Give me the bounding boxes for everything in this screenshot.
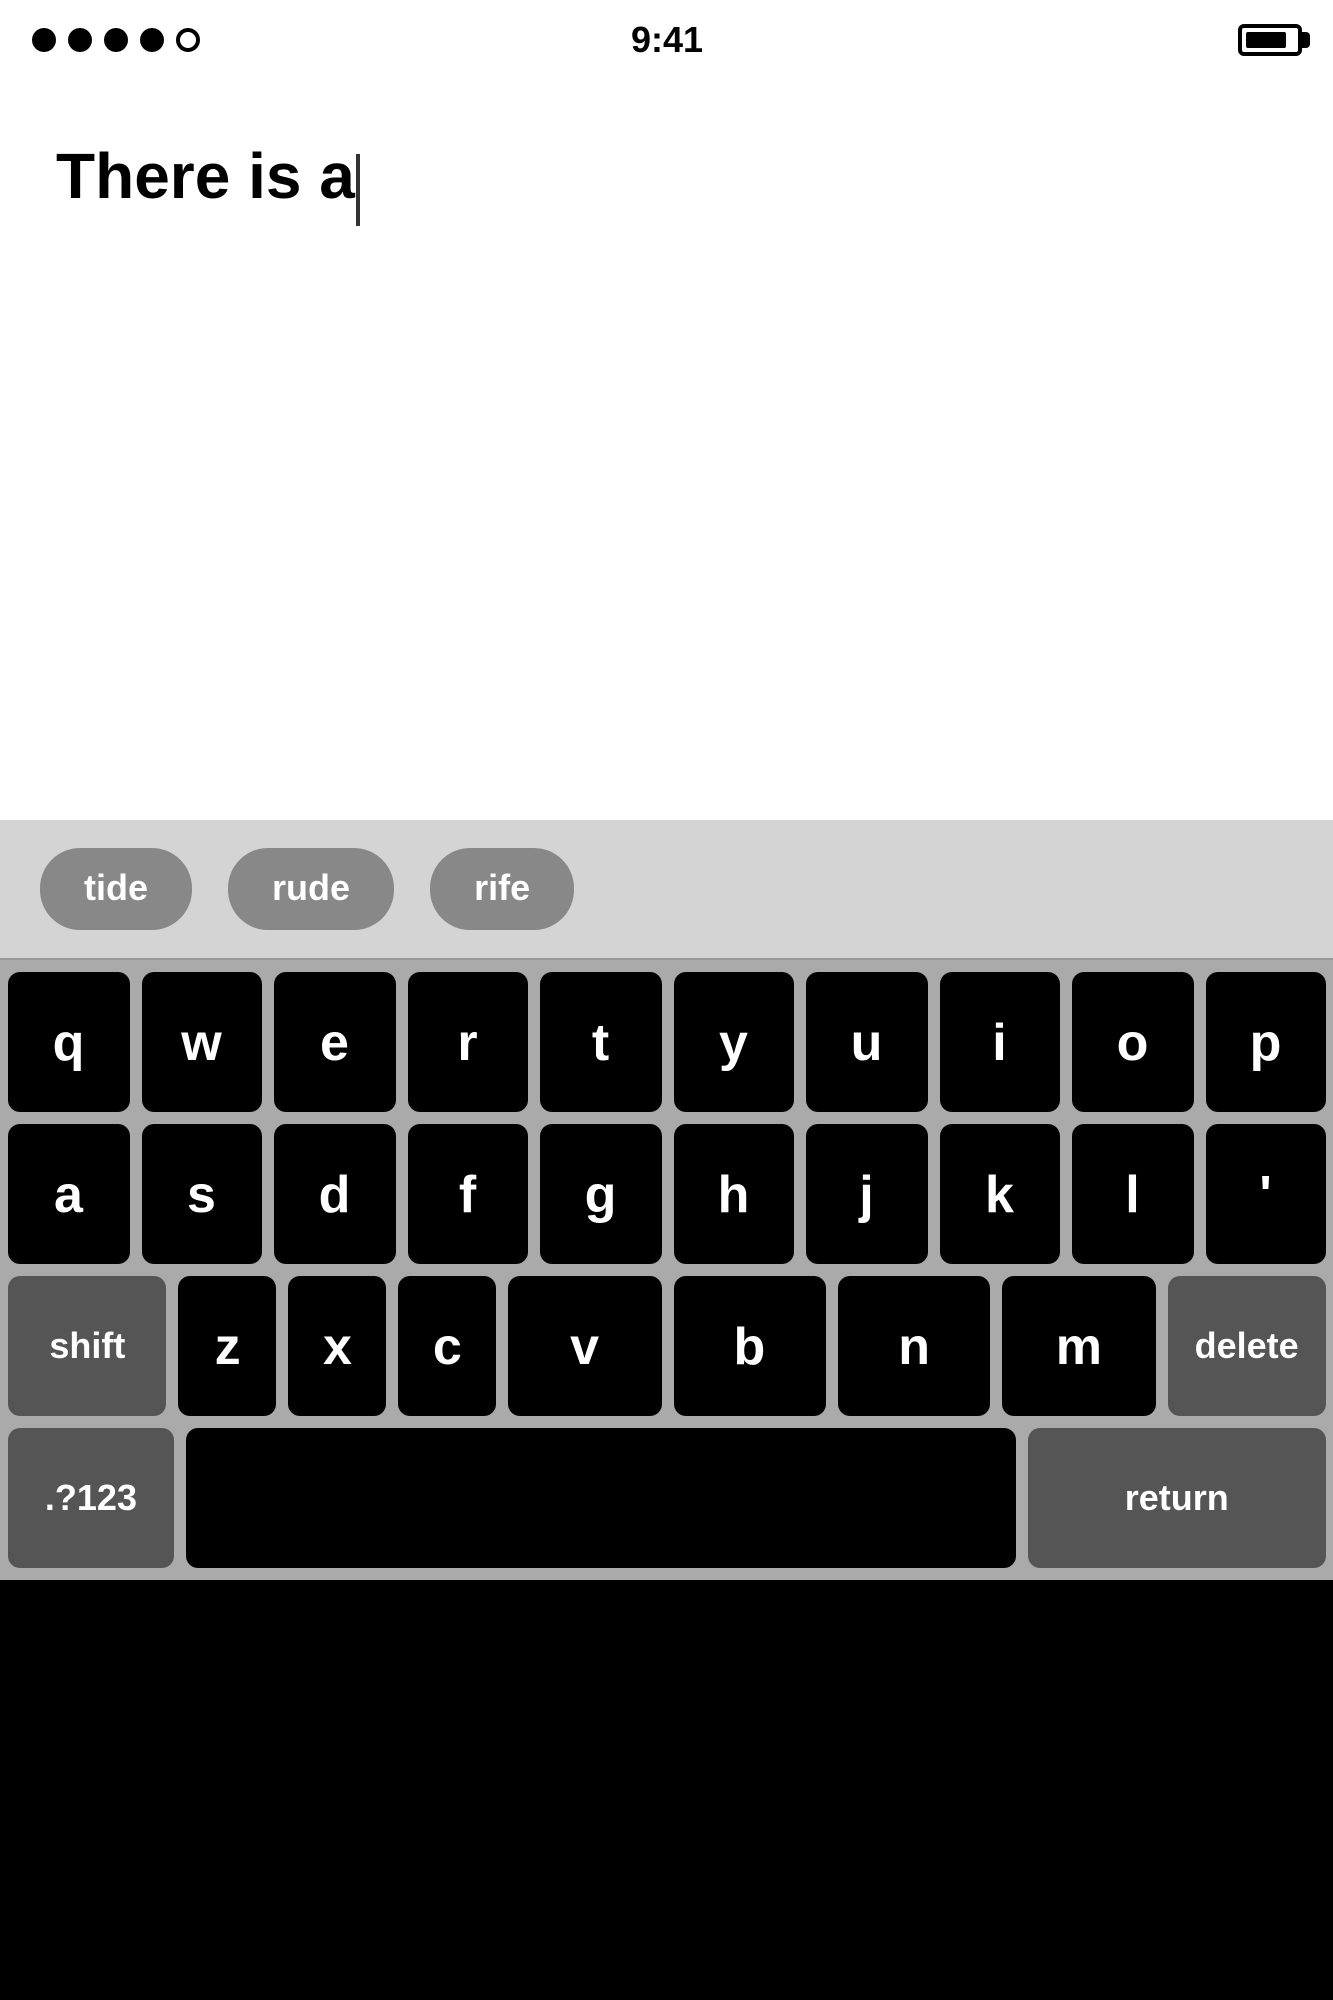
autocomplete-word-tide[interactable]: tide: [40, 848, 192, 930]
key-y[interactable]: y: [673, 972, 794, 1112]
key-l[interactable]: l: [1072, 1124, 1193, 1264]
key-s[interactable]: s: [141, 1124, 262, 1264]
key-k[interactable]: k: [939, 1124, 1060, 1264]
text-cursor: [357, 154, 361, 226]
key-row-1: q w e r t y u i o p: [0, 972, 1333, 1112]
battery-fill: [1246, 32, 1287, 48]
key-m[interactable]: m: [1003, 1276, 1156, 1416]
text-content: There is a: [56, 140, 355, 212]
key-v[interactable]: v: [508, 1276, 661, 1416]
key-u[interactable]: u: [806, 972, 927, 1112]
key-w[interactable]: w: [141, 972, 262, 1112]
key-row-4: .?123 return: [0, 1428, 1333, 1568]
key-space[interactable]: [186, 1428, 1016, 1568]
key-p[interactable]: p: [1205, 972, 1326, 1112]
signal-dot-4: [140, 28, 164, 52]
key-numbers[interactable]: .?123: [8, 1428, 174, 1568]
key-c[interactable]: c: [398, 1276, 496, 1416]
key-a[interactable]: a: [8, 1124, 129, 1264]
signal-dot-1: [32, 28, 56, 52]
key-r[interactable]: r: [407, 972, 528, 1112]
key-g[interactable]: g: [540, 1124, 661, 1264]
key-nm: n m: [838, 1276, 1156, 1416]
signal-indicators: [32, 28, 200, 52]
key-o[interactable]: o: [1072, 972, 1193, 1112]
key-q[interactable]: q: [8, 972, 129, 1112]
status-time: 9:41: [631, 19, 703, 61]
key-e[interactable]: e: [274, 972, 395, 1112]
autocomplete-word-rife[interactable]: rife: [430, 848, 574, 930]
keyboard: q w e r t y u i o p a s d f g h j k l ' …: [0, 960, 1333, 1580]
key-i[interactable]: i: [939, 972, 1060, 1112]
key-vb: v b: [508, 1276, 826, 1416]
key-j[interactable]: j: [806, 1124, 927, 1264]
signal-dot-5: [176, 28, 200, 52]
key-return[interactable]: return: [1027, 1428, 1326, 1568]
key-delete[interactable]: delete: [1167, 1276, 1326, 1416]
key-h[interactable]: h: [673, 1124, 794, 1264]
autocomplete-bar: tide rude rife: [0, 820, 1333, 960]
battery-icon: [1238, 24, 1302, 56]
keyboard-container: tide rude rife q w e r t y u i o p a s d…: [0, 820, 1333, 1580]
signal-dot-3: [104, 28, 128, 52]
key-z[interactable]: z: [179, 1276, 277, 1416]
status-bar: 9:41: [0, 0, 1333, 80]
key-row-3: shift z x c v b n m delete: [0, 1276, 1333, 1416]
key-n[interactable]: n: [838, 1276, 991, 1416]
text-area[interactable]: There is a: [0, 80, 1333, 820]
signal-dot-2: [68, 28, 92, 52]
key-shift[interactable]: shift: [8, 1276, 167, 1416]
key-x[interactable]: x: [289, 1276, 387, 1416]
key-d[interactable]: d: [274, 1124, 395, 1264]
key-f[interactable]: f: [407, 1124, 528, 1264]
key-b[interactable]: b: [673, 1276, 826, 1416]
autocomplete-word-rude[interactable]: rude: [228, 848, 394, 930]
key-zxc: z x c: [179, 1276, 497, 1416]
key-t[interactable]: t: [540, 972, 661, 1112]
key-apostrophe[interactable]: ': [1205, 1124, 1326, 1264]
key-row-2: a s d f g h j k l ': [0, 1124, 1333, 1264]
